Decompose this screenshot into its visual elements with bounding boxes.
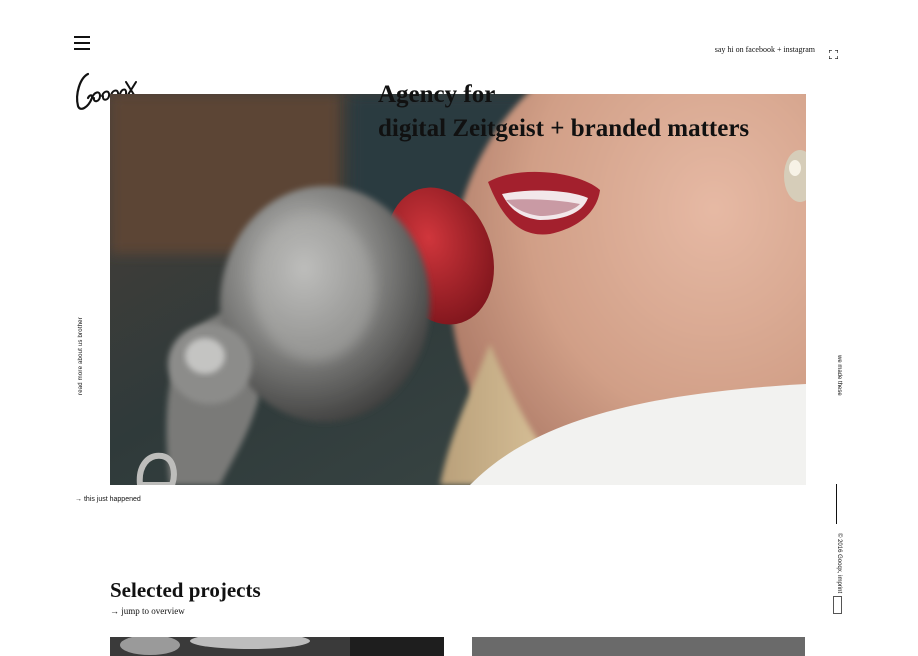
menu-button[interactable] <box>74 36 90 50</box>
projects-side-link[interactable]: we made these <box>836 355 842 396</box>
hamburger-icon <box>74 36 90 38</box>
badge-icon <box>833 596 842 614</box>
fullscreen-icon[interactable] <box>828 46 839 60</box>
headline-line-2: digital Zeitgeist + branded matters <box>378 115 750 142</box>
happened-link[interactable]: → this just happened <box>75 496 141 503</box>
headline-line-1: Agency for <box>378 81 496 108</box>
project-thumbnail[interactable] <box>110 637 444 656</box>
section-title: Selected projects <box>110 578 261 602</box>
about-link[interactable]: read more about us brother <box>78 317 84 395</box>
social-link[interactable]: say hi on facebook + instagram <box>715 45 815 54</box>
project-thumbnail[interactable] <box>472 637 805 656</box>
jump-to-overview-link[interactable]: → jump to overview <box>110 606 185 616</box>
copyright-imprint-link[interactable]: © 2016 Gooqx, imprint <box>836 533 842 593</box>
hero-headline: Agency for digital Zeitgeist + branded m… <box>378 78 749 146</box>
divider <box>836 484 837 524</box>
hero-image <box>110 94 806 485</box>
